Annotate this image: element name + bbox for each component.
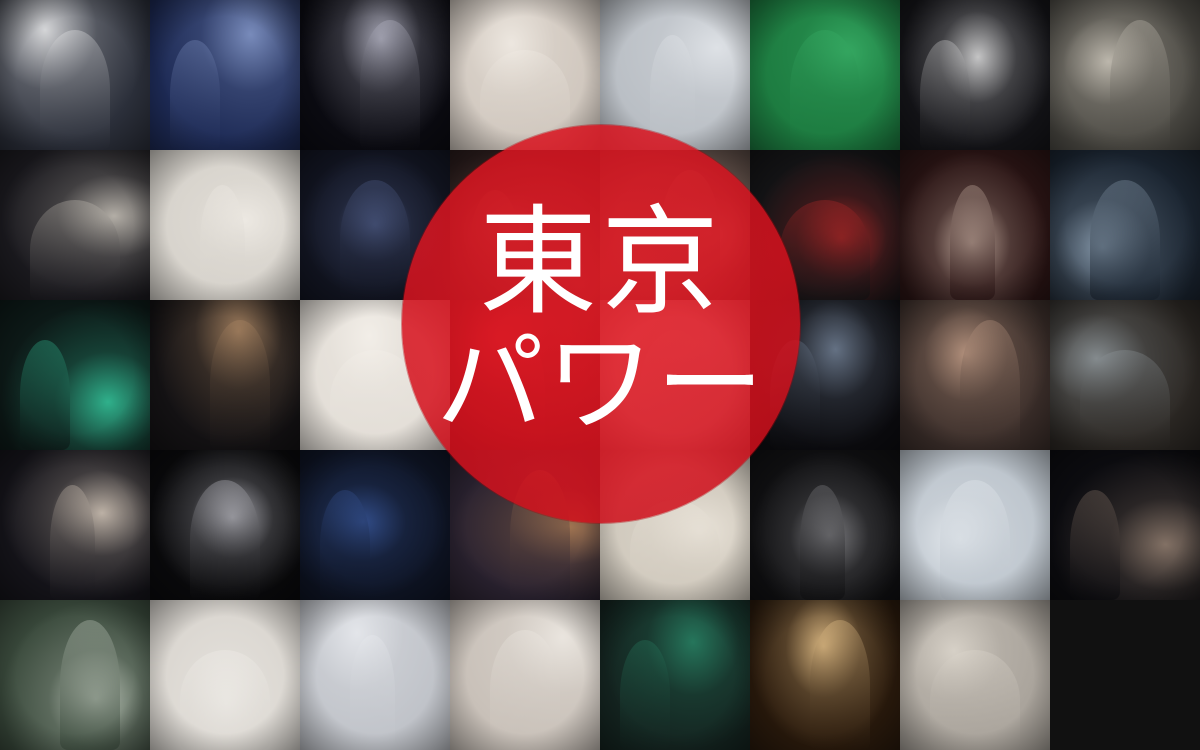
photo-stage-figures-lit — [150, 450, 300, 600]
photo-young-man-portrait — [900, 300, 1050, 450]
photo-man-camel-coat — [150, 300, 300, 450]
photo-champagne-glass — [450, 600, 600, 750]
photo-finale-white-tent — [900, 450, 1050, 600]
photo-runway-models-blue — [1050, 150, 1200, 300]
photo-dark-stage-lights — [900, 150, 1050, 300]
photo-group-night-street — [1050, 450, 1200, 600]
photo-man-polka-dot-jacket — [300, 450, 450, 600]
photo-man-sweater-portrait — [1050, 0, 1200, 150]
collage-canvas: 東京 パワー — [0, 0, 1200, 750]
photo-runway-dark-suits — [300, 600, 450, 750]
photo-dark-runway-screen — [300, 0, 450, 150]
photo-man-gray-hair-portrait — [150, 0, 300, 150]
photo-runway-finale-lineup — [0, 450, 150, 600]
photo-woman-green-scarf — [900, 600, 1050, 750]
photo-model-long-dress-runway — [0, 150, 150, 300]
photo-model-green-backdrop — [750, 0, 900, 150]
photo-grid-stage-lights — [750, 600, 900, 750]
photo-shibuya-night-city — [0, 300, 150, 450]
photo-shaved-head-model — [750, 450, 900, 600]
photo-runway-green-wall — [600, 600, 750, 750]
photo-couple-mercedes-backdrop — [150, 600, 300, 750]
red-circle — [402, 125, 800, 523]
photo-model-gray-sweater — [1050, 300, 1200, 450]
photo-backstage-lookboard — [150, 150, 300, 300]
photo-tent-runway-green — [0, 600, 150, 750]
photo-runway-white-models — [900, 0, 1050, 150]
photo-runway-audience-atrium — [0, 0, 150, 150]
